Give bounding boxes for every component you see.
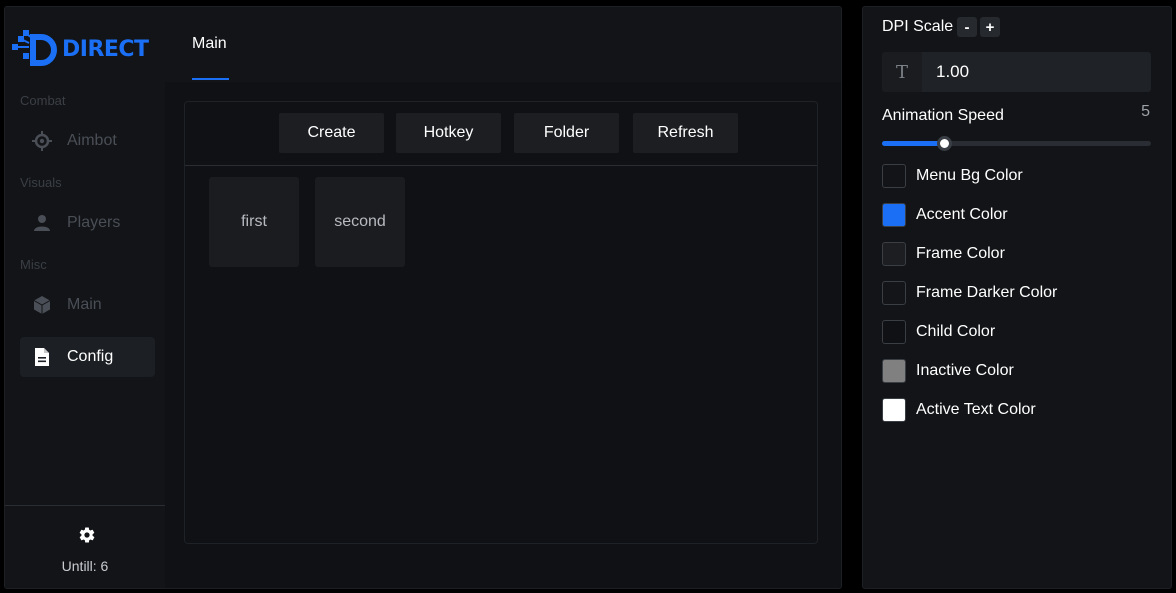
- sidebar-item-aimbot[interactable]: Aimbot: [20, 121, 155, 161]
- color-swatch-frame-darker-color[interactable]: [882, 281, 906, 305]
- user-icon: [31, 212, 53, 234]
- dpi-scale-input[interactable]: [922, 52, 1151, 92]
- sidebar-item-label: Players: [67, 214, 121, 231]
- sidebar-footer: Untill: 6: [5, 505, 165, 588]
- crosshair-icon: [31, 130, 53, 152]
- sidebar-item-main[interactable]: Main: [20, 285, 155, 325]
- animation-speed-slider[interactable]: [882, 136, 1151, 151]
- animation-speed-value: 5: [1141, 103, 1150, 120]
- sidebar-item-label: Config: [67, 348, 114, 365]
- group-label-visuals: Visuals: [20, 175, 62, 190]
- logo-icon: [12, 30, 57, 66]
- animation-speed-label: Animation Speed: [882, 107, 1004, 124]
- group-label-combat: Combat: [20, 93, 66, 108]
- color-swatch-child-color[interactable]: [882, 320, 906, 344]
- color-swatch-accent-color[interactable]: [882, 203, 906, 227]
- config-toolbar: Create Hotkey Folder Refresh: [185, 102, 817, 166]
- group-label-misc: Misc: [20, 257, 47, 272]
- color-row-frame-color[interactable]: Frame Color: [882, 242, 1005, 266]
- dpi-scale-label: DPI Scale: [882, 18, 954, 35]
- config-item-first[interactable]: first: [209, 177, 299, 267]
- hotkey-button[interactable]: Hotkey: [396, 113, 501, 153]
- slider-fill: [882, 141, 944, 146]
- sidebar-item-label: Aimbot: [67, 132, 117, 149]
- slider-thumb[interactable]: [936, 136, 952, 151]
- sidebar-item-config[interactable]: Config: [20, 337, 155, 377]
- config-panel: Create Hotkey Folder Refresh first secon…: [184, 101, 818, 544]
- until-text: Untill: 6: [61, 558, 109, 574]
- tab-main[interactable]: Main: [192, 35, 227, 53]
- refresh-button[interactable]: Refresh: [633, 113, 738, 153]
- sidebar-item-players[interactable]: Players: [20, 203, 155, 243]
- style-settings-panel: DPI Scale - + T Animation Speed 5 Menu B…: [862, 6, 1172, 589]
- sidebar-item-label: Main: [67, 296, 102, 313]
- color-row-menu-bg-color[interactable]: Menu Bg Color: [882, 164, 1023, 188]
- create-button[interactable]: Create: [279, 113, 384, 153]
- text-size-icon: T: [882, 52, 922, 92]
- sidebar: DIRECT Combat Aimbot Visuals Players Mis…: [5, 7, 165, 588]
- color-label: Menu Bg Color: [916, 167, 1023, 184]
- folder-button[interactable]: Folder: [514, 113, 619, 153]
- brand-name: DIRECT: [62, 36, 149, 62]
- tab-bar: Main: [165, 7, 841, 82]
- main-window: DIRECT Combat Aimbot Visuals Players Mis…: [4, 6, 842, 589]
- dpi-scale-field: T: [882, 52, 1151, 92]
- color-swatch-frame-color[interactable]: [882, 242, 906, 266]
- tab-active-indicator: [192, 78, 229, 80]
- color-row-inactive-color[interactable]: Inactive Color: [882, 359, 1014, 383]
- color-swatch-menu-bg-color[interactable]: [882, 164, 906, 188]
- gear-icon[interactable]: [78, 526, 96, 549]
- color-row-accent-color[interactable]: Accent Color: [882, 203, 1008, 227]
- config-item-second[interactable]: second: [315, 177, 405, 267]
- cube-icon: [31, 294, 53, 316]
- logo: DIRECT: [11, 29, 149, 69]
- color-row-frame-darker-color[interactable]: Frame Darker Color: [882, 281, 1057, 305]
- dpi-decrease-button[interactable]: -: [957, 17, 977, 37]
- color-label: Accent Color: [916, 206, 1008, 223]
- color-label: Inactive Color: [916, 362, 1014, 379]
- color-label: Active Text Color: [916, 401, 1036, 418]
- color-row-child-color[interactable]: Child Color: [882, 320, 995, 344]
- dpi-increase-button[interactable]: +: [980, 17, 1000, 37]
- color-label: Child Color: [916, 323, 996, 340]
- color-label: Frame Color: [916, 245, 1005, 262]
- color-swatch-inactive-color[interactable]: [882, 359, 906, 383]
- color-swatch-active-text-color[interactable]: [882, 398, 906, 422]
- document-icon: [31, 346, 53, 368]
- color-row-active-text-color[interactable]: Active Text Color: [882, 398, 1036, 422]
- color-label: Frame Darker Color: [916, 284, 1058, 301]
